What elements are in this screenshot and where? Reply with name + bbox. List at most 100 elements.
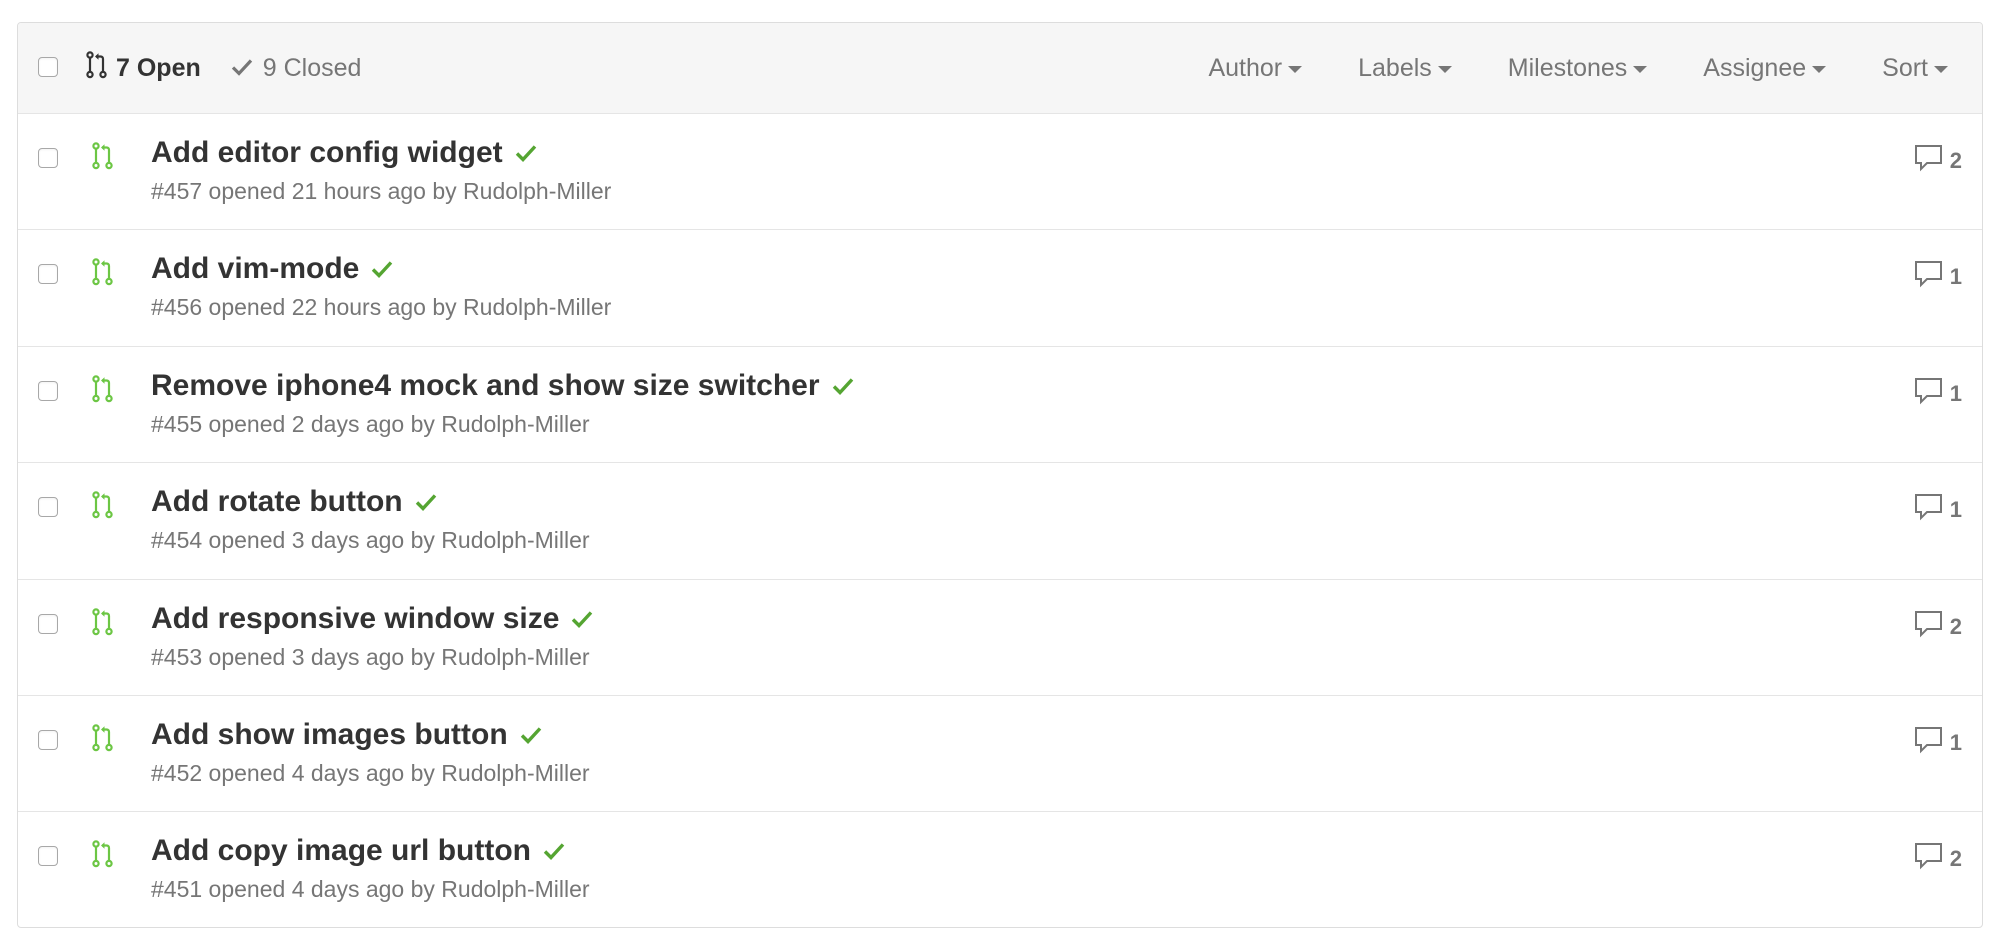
caret-down-icon <box>1934 66 1948 73</box>
author-filter-label: Author <box>1208 53 1283 82</box>
table-row: Remove iphone4 mock and show size switch… <box>18 347 1982 464</box>
comment-icon <box>1914 726 1950 760</box>
milestones-filter-dropdown[interactable]: Milestones <box>1508 54 1648 83</box>
row-checkbox[interactable] <box>38 380 58 401</box>
author-link[interactable]: Rudolph-Miller <box>441 527 589 553</box>
status-success-icon[interactable] <box>520 726 542 744</box>
comment-icon <box>1914 493 1950 527</box>
meta-text: #455 opened 2 days ago by <box>151 410 442 437</box>
assignee-filter-dropdown[interactable]: Assignee <box>1703 54 1827 83</box>
state-toggle: 7 Open 9 Closed <box>86 23 361 113</box>
row-checkbox[interactable] <box>38 264 58 285</box>
comment-count: 2 <box>1949 613 1962 639</box>
open-count-label: 7 Open <box>116 53 201 82</box>
row-checkbox[interactable] <box>38 613 58 634</box>
title-line: Add responsive window size <box>151 602 593 636</box>
comments-link[interactable]: 1 <box>1914 260 1962 294</box>
comments-link[interactable]: 1 <box>1914 377 1962 411</box>
status-success-icon[interactable] <box>371 260 393 279</box>
comments-link[interactable]: 1 <box>1914 726 1962 760</box>
status-success-icon[interactable] <box>832 377 854 395</box>
comment-icon <box>1914 144 1950 178</box>
open-pull-request-icon <box>92 258 114 291</box>
pull-request-title-link[interactable]: Add show images button <box>151 718 508 752</box>
author-link[interactable]: Rudolph-Miller <box>441 411 589 437</box>
meta-text: #454 opened 3 days ago by <box>151 527 442 554</box>
table-row: Add copy image url button #451 opened 4 … <box>18 812 1982 927</box>
open-pull-request-icon <box>92 491 114 524</box>
caret-down-icon <box>1437 66 1452 73</box>
author-link[interactable]: Rudolph-Miller <box>441 760 589 786</box>
table-row: Add vim-mode #456 opened 22 hours ago by… <box>18 230 1982 347</box>
title-line: Add rotate button <box>151 485 437 519</box>
row-checkbox[interactable] <box>38 497 58 518</box>
comment-count: 2 <box>1949 846 1962 872</box>
pull-request-title-link[interactable]: Add rotate button <box>151 485 403 519</box>
title-line: Add editor config widget <box>151 136 537 170</box>
author-link[interactable]: Rudolph-Miller <box>463 178 611 204</box>
table-row: Add show images button #452 opened 4 day… <box>18 696 1982 813</box>
comments-link[interactable]: 2 <box>1914 842 1962 876</box>
table-row: Add responsive window size #453 opened 3… <box>18 580 1982 696</box>
open-pull-request-icon <box>92 724 114 757</box>
pull-request-title-link[interactable]: Add responsive window size <box>151 602 559 636</box>
pull-request-title-link[interactable]: Add copy image url button <box>151 834 531 868</box>
filter-bar: Author Labels Milestones Assignee Sort <box>1152 23 1948 113</box>
open-pull-request-icon <box>92 375 114 408</box>
comment-icon <box>1914 610 1950 644</box>
caret-down-icon <box>1812 66 1827 73</box>
open-filter-button[interactable]: 7 Open <box>86 50 201 86</box>
pull-request-list: 7 Open 9 Closed Author Labels Milestones… <box>17 22 1983 928</box>
comment-icon <box>1914 260 1950 294</box>
author-link[interactable]: Rudolph-Miller <box>441 644 589 670</box>
closed-filter-button[interactable]: 9 Closed <box>231 53 362 83</box>
open-pull-request-icon <box>92 607 114 641</box>
row-checkbox[interactable] <box>38 148 58 168</box>
comments-link[interactable]: 2 <box>1914 144 1962 178</box>
pull-request-title-link[interactable]: Remove iphone4 mock and show size switch… <box>151 369 820 403</box>
status-success-icon[interactable] <box>515 144 537 162</box>
pull-request-meta: #454 opened 3 days ago by Rudolph-Miller <box>151 527 590 554</box>
pull-request-title-link[interactable]: Add editor config widget <box>151 136 503 170</box>
comment-count: 2 <box>1949 148 1962 173</box>
table-row: Add editor config widget #457 opened 21 … <box>18 114 1982 231</box>
status-success-icon[interactable] <box>571 610 593 628</box>
author-link[interactable]: Rudolph-Miller <box>463 294 611 320</box>
pull-request-meta: #457 opened 21 hours ago by Rudolph-Mill… <box>151 178 611 205</box>
title-line: Add vim-mode <box>151 252 393 286</box>
comment-count: 1 <box>1949 729 1962 755</box>
open-pull-request-icon <box>92 840 114 873</box>
table-row: Add rotate button #454 opened 3 days ago… <box>18 463 1982 580</box>
comments-link[interactable]: 2 <box>1914 610 1962 644</box>
row-checkbox[interactable] <box>38 729 58 750</box>
closed-count-label: 9 Closed <box>262 53 362 82</box>
title-line: Add show images button <box>151 718 542 752</box>
row-checkbox[interactable] <box>38 846 58 867</box>
sort-label: Sort <box>1882 53 1928 82</box>
title-line: Add copy image url button <box>151 834 565 868</box>
comment-icon <box>1914 377 1950 411</box>
pull-request-rows: Add editor config widget #457 opened 21 … <box>18 114 1982 927</box>
pull-request-icon <box>86 50 116 86</box>
sort-dropdown[interactable]: Sort <box>1882 54 1948 83</box>
comment-icon <box>1914 842 1950 876</box>
author-link[interactable]: Rudolph-Miller <box>441 876 589 902</box>
milestones-filter-label: Milestones <box>1507 53 1628 82</box>
author-filter-dropdown[interactable]: Author <box>1208 53 1303 83</box>
title-line: Remove iphone4 mock and show size switch… <box>151 369 854 403</box>
meta-text: #453 opened 3 days ago by <box>151 643 442 670</box>
pull-request-meta: #453 opened 3 days ago by Rudolph-Miller <box>151 644 590 671</box>
check-icon <box>231 54 263 83</box>
pull-request-title-link[interactable]: Add vim-mode <box>151 252 359 286</box>
meta-text: #457 opened 21 hours ago by <box>151 178 464 204</box>
pull-request-meta: #456 opened 22 hours ago by Rudolph-Mill… <box>151 294 611 321</box>
status-success-icon[interactable] <box>415 493 437 512</box>
list-header: 7 Open 9 Closed Author Labels Milestones… <box>18 23 1982 114</box>
caret-down-icon <box>1288 66 1303 73</box>
labels-filter-dropdown[interactable]: Labels <box>1358 54 1452 83</box>
comments-link[interactable]: 1 <box>1914 493 1962 527</box>
select-all-checkbox[interactable] <box>38 57 58 77</box>
pull-request-meta: #452 opened 4 days ago by Rudolph-Miller <box>151 760 590 787</box>
status-success-icon[interactable] <box>543 842 565 861</box>
meta-text: #451 opened 4 days ago by <box>151 876 442 903</box>
